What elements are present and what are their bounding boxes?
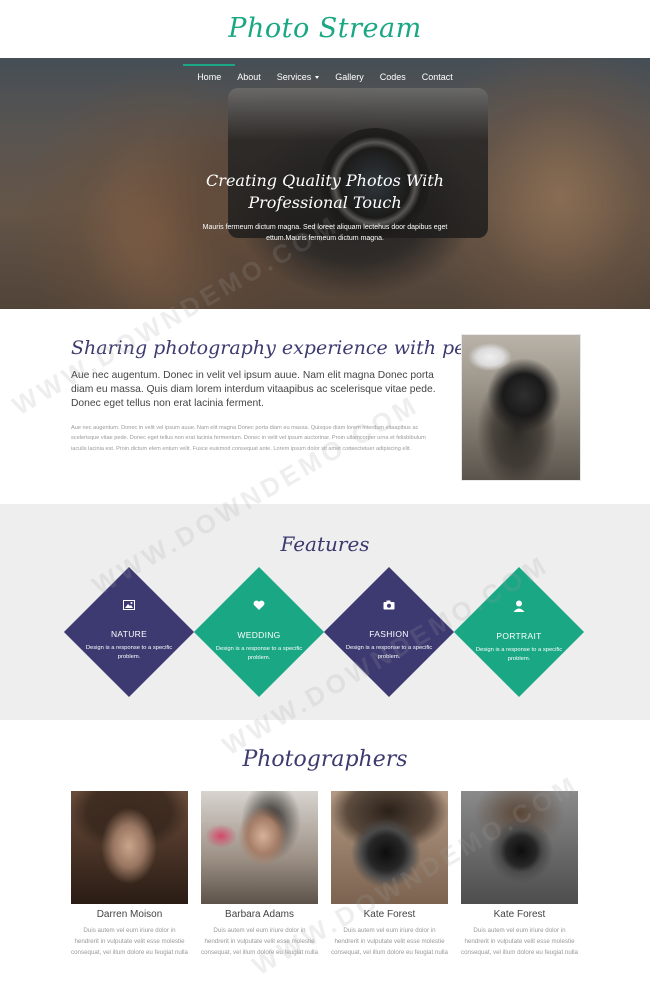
photographer-card: Kate Forest Duis autem vel eum iriure do… bbox=[331, 791, 448, 958]
photographer-desc: Duis autem vel eum iriure dolor in hendr… bbox=[461, 927, 578, 956]
photographer-name: Kate Forest bbox=[493, 909, 546, 920]
image-icon bbox=[123, 600, 135, 613]
photographer-name: Kate Forest bbox=[363, 909, 416, 920]
about-text: Aue nec augentum. Donec in velit vel ips… bbox=[71, 425, 426, 452]
camera-icon bbox=[383, 600, 395, 613]
photographer-desc: Duis autem vel eum iriure dolor in hendr… bbox=[201, 927, 318, 956]
feature-portrait: PORTRAIT Design is a response to a speci… bbox=[454, 594, 584, 664]
photographer-desc: Duis autem vel eum iriure dolor in hendr… bbox=[71, 927, 188, 956]
feature-wedding: WEDDING Design is a response to a specif… bbox=[194, 594, 324, 663]
nav-about[interactable]: About bbox=[229, 70, 269, 84]
photographer-photo[interactable] bbox=[331, 791, 448, 904]
photographer-card: Barbara Adams Duis autem vel eum iriure … bbox=[201, 791, 318, 958]
site-header: Photo Stream bbox=[0, 0, 650, 58]
about-section: Sharing photography experience with peop… bbox=[0, 309, 650, 504]
photographer-photo[interactable] bbox=[71, 791, 188, 904]
photographers-title: Photographers bbox=[242, 747, 408, 772]
photographer-card: Darren Moison Duis autem vel eum iriure … bbox=[71, 791, 188, 958]
nav-services[interactable]: Services bbox=[269, 70, 328, 84]
features-title: Features bbox=[280, 532, 370, 556]
photographer-desc: Duis autem vel eum iriure dolor in hendr… bbox=[331, 927, 448, 956]
site-logo[interactable]: Photo Stream bbox=[0, 0, 650, 58]
hero-text: Mauris fermeum dictum magna. Sed loreet … bbox=[202, 224, 448, 242]
feature-fashion: FASHION Design is a response to a specif… bbox=[324, 594, 454, 662]
nav-home[interactable]: Home bbox=[183, 64, 236, 84]
about-photo bbox=[461, 334, 581, 481]
photographers-section: Photographers Darren Moison Duis autem v… bbox=[0, 720, 650, 991]
photographer-name: Darren Moison bbox=[96, 909, 163, 920]
features-section: Features NATURE Design is a response to … bbox=[0, 504, 650, 720]
nav-contact[interactable]: Contact bbox=[414, 70, 461, 84]
feature-nature: NATURE Design is a response to a specifi… bbox=[64, 594, 194, 662]
nav-gallery[interactable]: Gallery bbox=[327, 70, 372, 84]
about-title: Sharing photography experience with peop… bbox=[71, 337, 507, 359]
user-icon bbox=[513, 600, 525, 615]
heart-icon bbox=[253, 600, 265, 614]
photographer-name: Barbara Adams bbox=[225, 909, 294, 920]
photographer-photo[interactable] bbox=[201, 791, 318, 904]
hero-banner: Home About Services Gallery Codes Contac… bbox=[0, 58, 650, 309]
main-nav: Home About Services Gallery Codes Contac… bbox=[0, 58, 650, 96]
hero-title: Creating Quality Photos With Professiona… bbox=[206, 171, 444, 212]
photographer-photo[interactable] bbox=[461, 791, 578, 904]
photographer-card: Kate Forest Duis autem vel eum iriure do… bbox=[461, 791, 578, 958]
about-lead: Aue nec augentum. Donec in velit vel ips… bbox=[71, 370, 436, 409]
nav-codes[interactable]: Codes bbox=[372, 70, 414, 84]
caret-down-icon bbox=[315, 76, 320, 80]
